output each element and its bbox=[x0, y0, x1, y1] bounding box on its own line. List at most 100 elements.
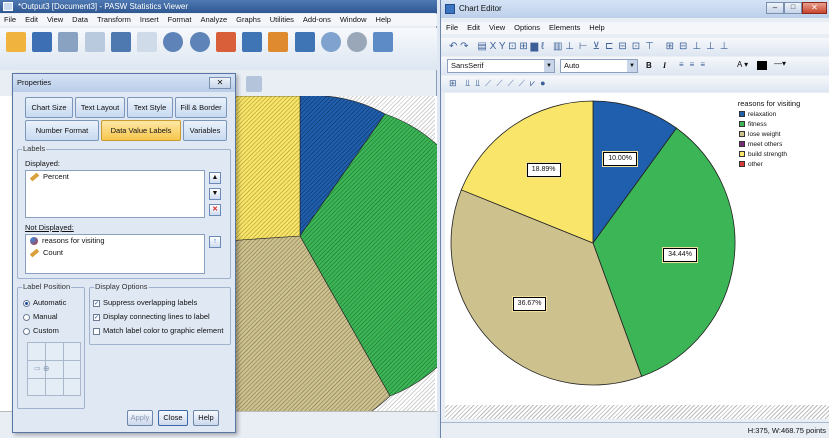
weight-icon[interactable] bbox=[373, 32, 394, 52]
y-axis-icon[interactable]: Y bbox=[499, 41, 506, 52]
list-item[interactable]: reasons for visiting bbox=[26, 235, 204, 247]
layout-icons[interactable]: ⊞⊟⊥⊥⊥ bbox=[666, 41, 734, 52]
scale-icon[interactable]: ⊡ bbox=[508, 41, 516, 52]
viewer-menu-help[interactable]: Help bbox=[376, 15, 391, 24]
properties-title-bar[interactable]: Properties ✕ bbox=[13, 74, 235, 92]
viewer-menu-transform[interactable]: Transform bbox=[97, 15, 131, 24]
viewer-menu-window[interactable]: Window bbox=[340, 15, 367, 24]
match-label-color-checkbox[interactable]: Match label color to graphic element bbox=[93, 326, 223, 335]
rescale-icon[interactable]: ⊞ bbox=[519, 41, 527, 52]
apply-button[interactable]: Apply bbox=[127, 410, 153, 426]
move-down-button[interactable]: ▼ bbox=[209, 188, 221, 200]
transpose-icon[interactable]: ▥ bbox=[553, 41, 562, 52]
legend-item-other[interactable]: other bbox=[739, 160, 827, 170]
move-up-button[interactable]: ▲ bbox=[209, 172, 221, 184]
editor-menu-file[interactable]: File bbox=[446, 23, 458, 32]
bold-button[interactable]: B bbox=[646, 61, 652, 70]
viewer-title-bar[interactable]: *Output3 [Document3] - PASW Statistics V… bbox=[0, 0, 437, 13]
data-label-relaxation[interactable]: 10.00% bbox=[602, 151, 638, 168]
tab-text-layout[interactable]: Text Layout bbox=[75, 97, 125, 118]
tab-number-format[interactable]: Number Format bbox=[25, 120, 99, 141]
legend-item-fitness[interactable]: fitness bbox=[739, 120, 827, 130]
editor-menu-help[interactable]: Help bbox=[589, 23, 604, 32]
viewer-menu-file[interactable]: File bbox=[4, 15, 16, 24]
help-button[interactable]: Help bbox=[193, 410, 219, 426]
x-axis-icon[interactable]: X bbox=[490, 41, 497, 52]
legend[interactable]: reasons for visiting relaxation fitness lo… bbox=[737, 99, 827, 170]
minimize-icon[interactable]: – bbox=[766, 2, 784, 14]
fill-icon[interactable]: ▆ bbox=[530, 41, 538, 52]
radio-custom[interactable]: Custom bbox=[23, 326, 59, 335]
tab-chart-size[interactable]: Chart Size bbox=[25, 97, 73, 118]
data-label-build-strength[interactable]: 18.89% bbox=[525, 162, 562, 178]
variables-icon[interactable] bbox=[268, 32, 289, 52]
legend-item-meet-others[interactable]: meet others bbox=[739, 140, 827, 150]
goto-data-icon[interactable] bbox=[215, 32, 236, 52]
export-icon[interactable] bbox=[110, 32, 131, 52]
list-item[interactable]: Percent bbox=[26, 171, 204, 183]
radio-automatic[interactable]: Automatic bbox=[23, 298, 66, 307]
editor-menu-edit[interactable]: Edit bbox=[467, 23, 480, 32]
viewer-menu-add-ons[interactable]: Add-ons bbox=[303, 15, 331, 24]
suppress-overlapping-checkbox[interactable]: ✓ Suppress overlapping labels bbox=[93, 298, 197, 307]
remove-button[interactable]: ✕ bbox=[209, 204, 221, 216]
editor-title-bar[interactable]: Chart Editor – □ ✕ bbox=[441, 0, 829, 18]
align-icons[interactable]: ≡≡≡ bbox=[679, 60, 711, 69]
redo-icon[interactable] bbox=[189, 32, 210, 52]
close-button[interactable]: Close bbox=[158, 410, 188, 426]
tab-fill-border[interactable]: Fill & Border bbox=[175, 97, 227, 118]
italic-button[interactable]: I bbox=[663, 61, 666, 70]
preview-icon[interactable] bbox=[84, 32, 105, 52]
legend-item-relaxation[interactable]: relaxation bbox=[739, 110, 827, 120]
maximize-icon[interactable]: □ bbox=[784, 2, 802, 14]
save-icon[interactable] bbox=[32, 32, 53, 52]
viewer-menu-edit[interactable]: Edit bbox=[25, 15, 38, 24]
tab-variables[interactable]: Variables bbox=[183, 120, 227, 141]
viewer-menu-format[interactable]: Format bbox=[168, 15, 192, 24]
move-to-displayed-button[interactable]: ↑ bbox=[209, 236, 221, 248]
viewer-menu-utilities[interactable]: Utilities bbox=[270, 15, 294, 24]
connecting-lines-checkbox[interactable]: ✓ Display connecting lines to label bbox=[93, 312, 210, 321]
editor-menu-view[interactable]: View bbox=[489, 23, 505, 32]
undo-icon[interactable]: ↶ bbox=[449, 41, 457, 52]
viewer-menu-insert[interactable]: Insert bbox=[140, 15, 159, 24]
chart-element-icons[interactable]: ⫫⫫⟋⟋⟋⟋⩗● bbox=[465, 78, 550, 88]
table-icon[interactable] bbox=[294, 32, 315, 52]
editor-menu-options[interactable]: Options bbox=[514, 23, 540, 32]
tab-text-style[interactable]: Text Style bbox=[127, 97, 173, 118]
close-icon[interactable]: ✕ bbox=[802, 2, 827, 14]
print-icon[interactable] bbox=[58, 32, 79, 52]
tab-data-value-labels[interactable]: Data Value Labels bbox=[101, 120, 181, 141]
circles-icon[interactable] bbox=[347, 32, 368, 52]
list-item[interactable]: Count bbox=[26, 247, 204, 259]
redo-icon[interactable]: ↷ bbox=[460, 41, 468, 52]
bars-icon[interactable]: ⊞ bbox=[449, 78, 457, 88]
viewer-menu-analyze[interactable]: Analyze bbox=[200, 15, 227, 24]
chart-canvas[interactable]: reasons for visiting relaxation fitness lo… bbox=[445, 93, 829, 405]
displayed-list[interactable]: Percent bbox=[25, 170, 205, 218]
radio-manual[interactable]: Manual bbox=[23, 312, 58, 321]
size-select[interactable]: Auto ▼ bbox=[560, 59, 638, 73]
small-toolbar-icon[interactable] bbox=[246, 76, 262, 92]
font-select[interactable]: SansSerif ▼ bbox=[447, 59, 555, 73]
text-color-icon[interactable]: A ▾ bbox=[737, 60, 748, 69]
viewer-menu-graphs[interactable]: Graphs bbox=[236, 15, 261, 24]
sets-icon[interactable] bbox=[320, 32, 341, 52]
line-style-icon[interactable]: —▾ bbox=[774, 59, 786, 68]
chart-type-icons[interactable]: ⊥⊢⊻⊏⊟⊡⊤ bbox=[565, 41, 659, 52]
data-label-fitness[interactable]: 34.44% bbox=[662, 247, 698, 264]
fill-color-swatch[interactable] bbox=[757, 61, 767, 70]
properties-icon[interactable]: ▤ bbox=[477, 41, 486, 52]
lasso-icon[interactable]: ℓ bbox=[541, 41, 544, 52]
viewer-menu-view[interactable]: View bbox=[47, 15, 63, 24]
open-icon[interactable] bbox=[6, 32, 26, 52]
close-icon[interactable]: ✕ bbox=[209, 77, 231, 89]
not-displayed-list[interactable]: reasons for visiting Count bbox=[25, 234, 205, 274]
legend-item-lose-weight[interactable]: lose weight bbox=[739, 130, 827, 140]
undo-icon[interactable] bbox=[163, 32, 184, 52]
data-label-lose-weight[interactable]: 36.67% bbox=[511, 296, 548, 313]
recall-dialog-icon[interactable] bbox=[137, 32, 158, 52]
goto-case-icon[interactable] bbox=[242, 32, 263, 52]
viewer-menu-data[interactable]: Data bbox=[72, 15, 88, 24]
legend-item-build-strength[interactable]: build strength bbox=[739, 150, 827, 160]
